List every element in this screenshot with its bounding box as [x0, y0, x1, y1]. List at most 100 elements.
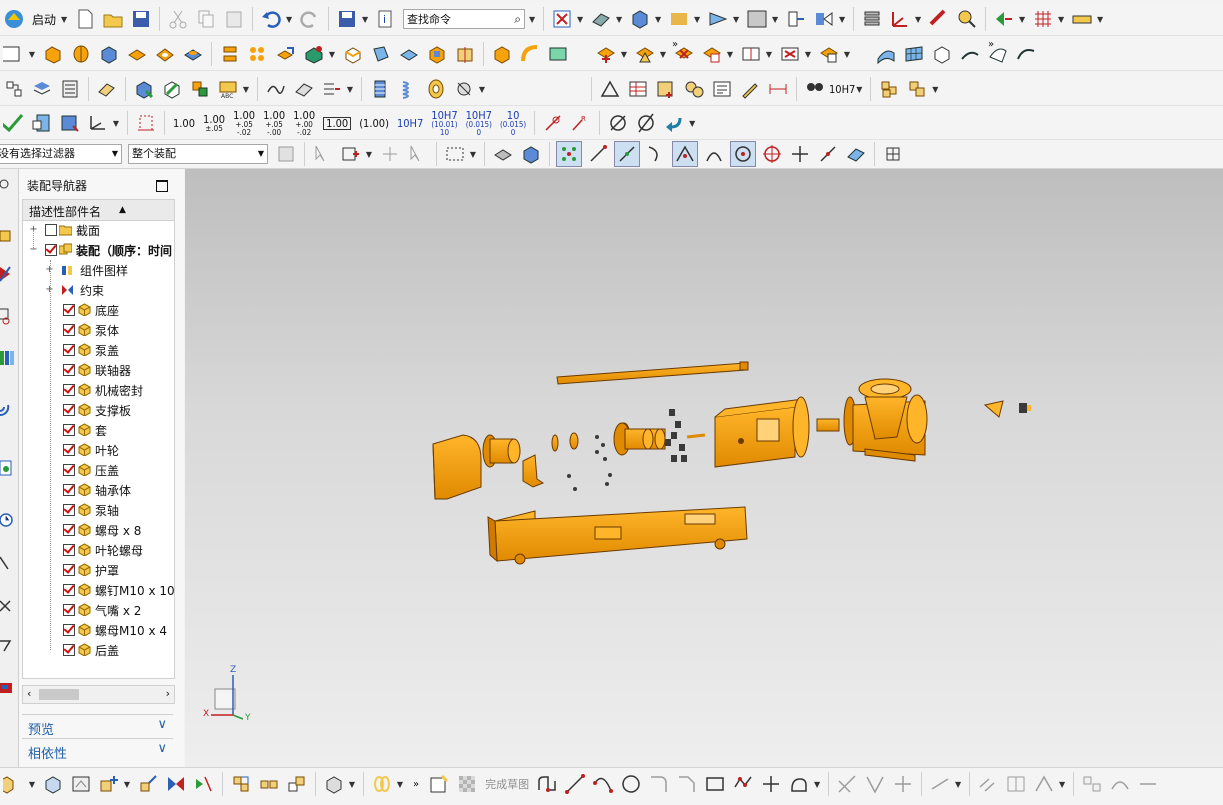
- replace-face-icon[interactable]: [700, 42, 724, 66]
- chevron-down-icon[interactable]: ▼: [954, 772, 962, 796]
- scrollbar-thumb[interactable]: [39, 689, 79, 700]
- arc-icon[interactable]: [591, 772, 615, 796]
- replace-component-icon[interactable]: [285, 772, 309, 796]
- rectangle-icon[interactable]: [703, 772, 727, 796]
- wave-geometry-icon[interactable]: [817, 42, 841, 66]
- snap-on-curve-icon[interactable]: [816, 142, 840, 166]
- part-bearing-body[interactable]: [613, 422, 666, 456]
- remove-parameters-icon[interactable]: [778, 42, 802, 66]
- redo-icon[interactable]: [298, 7, 322, 31]
- exploded-assembly-model[interactable]: [185, 169, 1223, 767]
- balloon-icon[interactable]: [682, 77, 706, 101]
- snap-intersection-icon[interactable]: [672, 141, 698, 167]
- chevron-down-icon[interactable]: ▼: [765, 42, 773, 66]
- sketch-rectangle-icon[interactable]: [2, 42, 26, 66]
- unite-icon[interactable]: [274, 42, 298, 66]
- select-intent-icon[interactable]: [378, 142, 402, 166]
- visibility-checkbox[interactable]: [63, 484, 75, 496]
- tree-part-item[interactable]: 叶轮螺母: [23, 540, 174, 560]
- chevron-down-icon[interactable]: ▼: [112, 111, 120, 135]
- layers-stack-icon[interactable]: [30, 77, 54, 101]
- part-pump-cover[interactable]: [714, 396, 810, 468]
- block-icon[interactable]: [97, 42, 121, 66]
- move-assembly-icon[interactable]: [136, 772, 160, 796]
- edge-blend-icon[interactable]: [341, 42, 365, 66]
- assembly-cubes-icon[interactable]: [877, 77, 901, 101]
- part-support-plate[interactable]: [522, 454, 545, 488]
- chamfer-sketch-icon[interactable]: [675, 772, 699, 796]
- fit-label[interactable]: 10H7: [829, 84, 855, 95]
- visibility-checkbox[interactable]: [63, 604, 75, 616]
- pen-icon[interactable]: [738, 77, 762, 101]
- sweep-icon[interactable]: [518, 42, 542, 66]
- snap-arc-center-icon[interactable]: [702, 142, 726, 166]
- select-plus-icon[interactable]: [339, 142, 363, 166]
- check-icon[interactable]: [2, 111, 26, 135]
- alternate-solution-icon[interactable]: [1108, 772, 1132, 796]
- chevron-down-icon[interactable]: ▼: [1018, 7, 1026, 31]
- visibility-checkbox[interactable]: [63, 304, 75, 316]
- dimension-nominal[interactable]: 1.00: [173, 118, 195, 129]
- system-scene-tab-icon[interactable]: [0, 635, 16, 657]
- component-array-icon[interactable]: [188, 77, 212, 101]
- snap-quadrant-icon[interactable]: [760, 142, 784, 166]
- chevron-down-icon[interactable]: ▼: [855, 77, 863, 101]
- chevron-down-icon[interactable]: ▼: [693, 7, 701, 31]
- diameter-alt-icon[interactable]: [634, 111, 658, 135]
- finish-sketch-label[interactable]: 完成草图: [485, 776, 529, 792]
- wave-link-icon[interactable]: [322, 772, 346, 796]
- inferred-constraint-icon[interactable]: [1136, 772, 1160, 796]
- chevron-down-icon[interactable]: ▼: [688, 111, 696, 135]
- reuse-library-tab-icon[interactable]: [0, 347, 16, 369]
- table-icon[interactable]: [626, 77, 650, 101]
- snap-endpoint-icon[interactable]: [586, 142, 610, 166]
- sketch-plus-icon[interactable]: [594, 42, 618, 66]
- new-file-icon[interactable]: [73, 7, 97, 31]
- scroll-right-icon[interactable]: ›: [166, 687, 170, 700]
- fillet-icon[interactable]: [647, 772, 671, 796]
- gear-tool-icon[interactable]: [452, 77, 476, 101]
- finish-sketch-icon[interactable]: [455, 772, 479, 796]
- drawing-view-icon[interactable]: [69, 772, 93, 796]
- command-finder-icon[interactable]: i: [374, 7, 398, 31]
- quick-extend-icon[interactable]: [863, 772, 887, 796]
- chevron-down-icon[interactable]: ▼: [615, 7, 623, 31]
- snap-midpoint-icon[interactable]: [614, 141, 640, 167]
- delete-face-icon[interactable]: [672, 42, 696, 66]
- convert-to-reference-icon[interactable]: [1080, 772, 1104, 796]
- copy-icon[interactable]: [194, 7, 218, 31]
- start-menu-label[interactable]: 启动: [32, 11, 56, 28]
- diameter-icon[interactable]: [606, 111, 630, 135]
- face-warning-icon[interactable]: [633, 42, 657, 66]
- chevron-down-icon[interactable]: ∨: [157, 741, 167, 756]
- snap-on-surface-icon[interactable]: [844, 142, 868, 166]
- cut-icon[interactable]: [166, 7, 190, 31]
- web-browser-tab-icon[interactable]: [0, 399, 16, 421]
- chevron-down-icon[interactable]: ▼: [654, 7, 662, 31]
- chevron-down-icon[interactable]: ▼: [28, 42, 36, 66]
- chevron-down-icon[interactable]: ▼: [123, 772, 131, 796]
- tree-part-item[interactable]: 联轴器: [23, 360, 174, 380]
- fit-view-icon[interactable]: [550, 7, 574, 31]
- dimension-limit-3[interactable]: 1.00 +.00 -.02: [293, 110, 315, 137]
- chevron-down-icon[interactable]: ▼: [528, 7, 536, 31]
- part-shaft[interactable]: [556, 361, 749, 385]
- start-icon[interactable]: [2, 7, 26, 31]
- maximize-icon[interactable]: [156, 180, 168, 192]
- tree-part-item[interactable]: 底座: [23, 300, 174, 320]
- part-air-nozzle[interactable]: [983, 400, 1031, 418]
- select-chain-icon[interactable]: [406, 142, 430, 166]
- visibility-checkbox[interactable]: [63, 344, 75, 356]
- shell-feature-icon[interactable]: [2, 772, 26, 796]
- chevron-down-icon[interactable]: ▼: [469, 142, 477, 166]
- undo-icon[interactable]: [259, 7, 283, 31]
- dimension-tol-only[interactable]: 10 (0.015) 0: [500, 110, 526, 137]
- part-coupling[interactable]: [482, 434, 521, 468]
- chevron-down-icon[interactable]: ▼: [478, 77, 486, 101]
- select-cursor-icon[interactable]: [311, 142, 335, 166]
- tree-part-item[interactable]: 支撑板: [23, 400, 174, 420]
- tree-part-item[interactable]: 泵盖: [23, 340, 174, 360]
- snap-circle-center-icon[interactable]: [730, 141, 756, 167]
- shell-icon[interactable]: [302, 42, 326, 66]
- snap-point-icon[interactable]: [992, 7, 1016, 31]
